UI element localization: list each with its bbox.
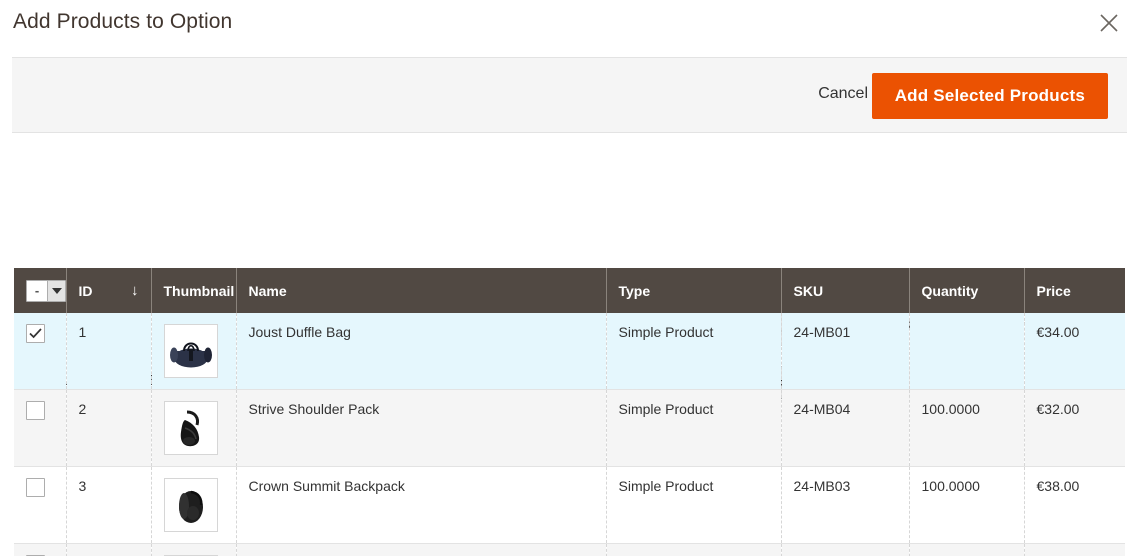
row-select-cell[interactable] — [14, 543, 67, 556]
row-name: Joust Duffle Bag — [236, 313, 607, 390]
table-row[interactable]: 3 Crown Summit Backpack Simple Product 2… — [14, 466, 1125, 544]
table-body: 1 Joust Duffle Bag Simple Product 24-MB0… — [14, 313, 1125, 556]
select-all-dropdown[interactable]: - — [26, 279, 66, 302]
row-type: Simple Product — [606, 389, 782, 467]
column-header-sku[interactable]: SKU — [781, 268, 910, 313]
modal-title-bar: Add Products to Option — [0, 0, 1139, 44]
row-thumbnail — [151, 389, 237, 467]
add-selected-products-button[interactable]: Add Selected Products — [871, 73, 1108, 119]
row-name: Strive Shoulder Pack — [236, 389, 607, 467]
close-glyph — [1100, 14, 1118, 32]
column-header-select: - — [14, 268, 67, 313]
modal-action-bar: Cancel Add Selected Products — [12, 57, 1127, 133]
sort-descending-icon: ↓ — [131, 282, 139, 299]
table-header: - ID ↓ Thumbnail Name Type SKU Quantity … — [14, 268, 1125, 313]
row-price: €34.00 — [1024, 313, 1125, 390]
row-sku: 24-MB01 — [781, 313, 910, 390]
duffle-bag-thumbnail — [163, 324, 218, 378]
table-header-row: - ID ↓ Thumbnail Name Type SKU Quantity … — [14, 268, 1125, 313]
row-price: €38.00 — [1024, 466, 1125, 544]
column-header-price[interactable]: Price — [1024, 268, 1125, 313]
select-all-mark: - — [27, 280, 47, 301]
row-quantity — [909, 313, 1025, 390]
row-type: Simple Product — [606, 543, 782, 556]
row-thumbnail — [151, 466, 237, 544]
table-row[interactable]: 4 Wayfarer Messenger Bag Simple Product … — [14, 543, 1125, 556]
row-type: Simple Product — [606, 313, 782, 390]
row-select-cell[interactable] — [14, 389, 67, 467]
row-thumbnail — [151, 543, 237, 556]
row-sku: 24-MB05 — [781, 543, 910, 556]
row-thumbnail — [151, 313, 237, 390]
row-price: €45.00 — [1024, 543, 1125, 556]
row-price: €32.00 — [1024, 389, 1125, 467]
row-id: 4 — [66, 543, 152, 556]
row-sku: 24-MB03 — [781, 466, 910, 544]
add-products-modal: Add Products to Option Cancel Add Select… — [0, 0, 1139, 556]
row-checkbox[interactable] — [26, 401, 45, 420]
row-quantity: 100.0000 — [909, 389, 1025, 467]
shoulder-pack-thumbnail — [163, 401, 218, 455]
row-select-cell[interactable] — [14, 313, 67, 390]
row-name: Wayfarer Messenger Bag — [236, 543, 607, 556]
row-id: 2 — [66, 389, 152, 467]
column-header-id-label: ID — [78, 282, 93, 299]
row-name: Crown Summit Backpack — [236, 466, 607, 544]
column-header-type[interactable]: Type — [606, 268, 782, 313]
products-grid: - ID ↓ Thumbnail Name Type SKU Quantity … — [14, 268, 1125, 556]
row-select-cell[interactable] — [14, 466, 67, 544]
row-id: 1 — [66, 313, 152, 390]
backpack-thumbnail — [163, 478, 218, 532]
column-header-id[interactable]: ID ↓ — [66, 268, 152, 313]
row-checkbox[interactable] — [26, 324, 45, 343]
grid-toolbar: Filters Default View — [0, 150, 1139, 399]
row-quantity: 100.0000 — [909, 466, 1025, 544]
products-table: - ID ↓ Thumbnail Name Type SKU Quantity … — [14, 268, 1125, 556]
row-sku: 24-MB04 — [781, 389, 910, 467]
cancel-button[interactable]: Cancel — [812, 84, 874, 104]
row-id: 3 — [66, 466, 152, 544]
column-header-thumbnail[interactable]: Thumbnail — [151, 268, 237, 313]
close-icon[interactable] — [1092, 6, 1126, 40]
column-header-quantity[interactable]: Quantity — [909, 268, 1025, 313]
page-title: Add Products to Option — [13, 10, 233, 33]
chevron-down-icon — [47, 280, 65, 301]
table-row[interactable]: 1 Joust Duffle Bag Simple Product 24-MB0… — [14, 313, 1125, 390]
column-header-name[interactable]: Name — [236, 268, 607, 313]
check-icon — [29, 328, 42, 339]
row-quantity: 100.0000 — [909, 543, 1025, 556]
table-row[interactable]: 2 Strive Shoulder Pack Simple Product 24… — [14, 389, 1125, 467]
row-type: Simple Product — [606, 466, 782, 544]
row-checkbox[interactable] — [26, 478, 45, 497]
